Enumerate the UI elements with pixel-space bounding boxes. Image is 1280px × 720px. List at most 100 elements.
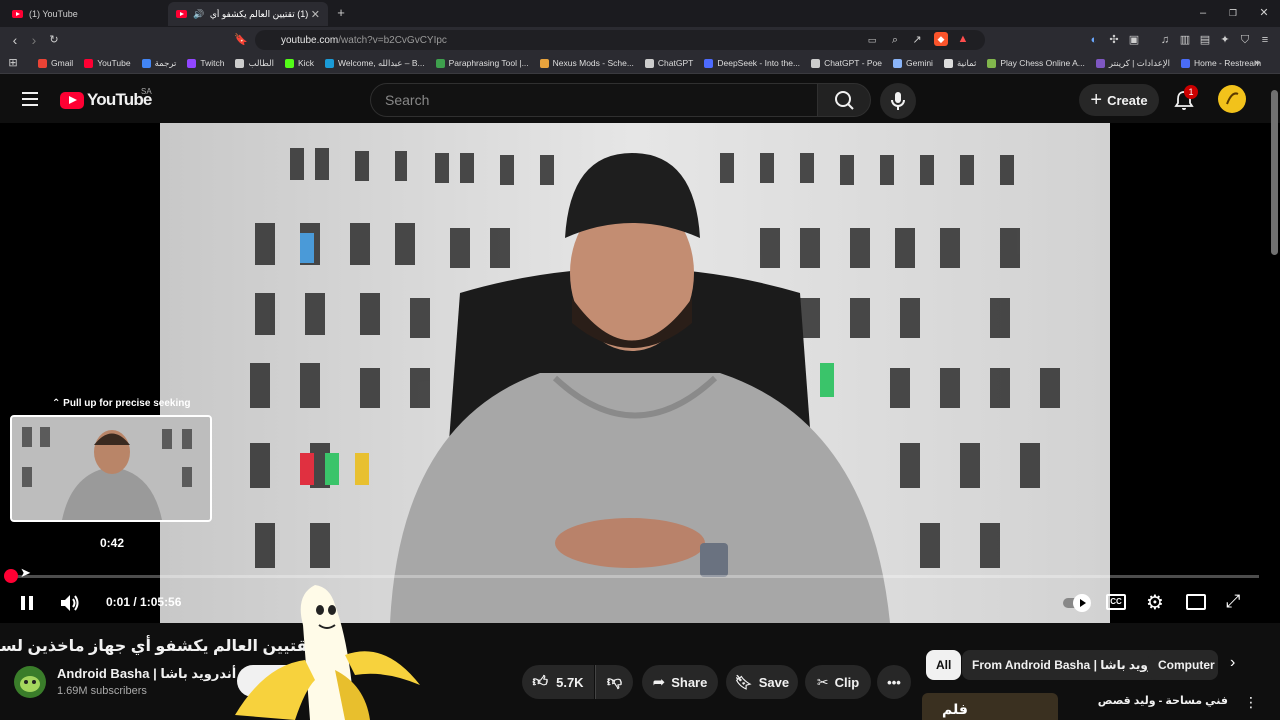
hamburger-menu-icon[interactable] bbox=[22, 92, 38, 106]
duration: 1:05:56 bbox=[140, 595, 182, 609]
brave-shield-icon[interactable]: ◆ bbox=[934, 32, 948, 46]
watch-metadata: تقتيين العالم يكشفو أي جهاز ماخذين لسنة … bbox=[0, 585, 1280, 720]
cast-icon[interactable]: ▭ bbox=[865, 33, 879, 47]
channel-name[interactable]: Android Basha | أندرويد باشا ✔ bbox=[57, 666, 252, 682]
page-scrollbar[interactable] bbox=[1271, 90, 1278, 255]
vpn-icon[interactable]: ⛉ bbox=[1238, 33, 1252, 47]
bookmarks-bar: ⊞ Gmail YouTube ترجمة Twitch الطالب Kick… bbox=[0, 53, 1280, 74]
browser-tab-bar: (1) YouTube 🔊 (1) تقتيين العالم يكشفو أي… bbox=[0, 0, 1280, 27]
back-icon[interactable]: ‹ bbox=[8, 33, 22, 47]
settings-gear-icon[interactable]: ⚙ bbox=[1146, 590, 1164, 615]
sidebar-icon[interactable]: ▥ bbox=[1178, 33, 1192, 47]
bookmark-favicon-icon bbox=[141, 58, 151, 68]
bookmark-item[interactable]: الطالب bbox=[235, 58, 274, 69]
bookmark-favicon-icon bbox=[539, 58, 549, 68]
youtube-logo[interactable]: YouTube bbox=[60, 90, 152, 110]
more-actions-button[interactable]: ••• bbox=[877, 665, 911, 699]
thumbs-up-icon: 👍︎ bbox=[532, 673, 549, 690]
rewards-icon[interactable]: ▲ bbox=[956, 32, 970, 46]
bookmark-item[interactable]: ChatGPT bbox=[644, 58, 693, 68]
theater-mode-icon[interactable] bbox=[1186, 594, 1206, 610]
forward-icon[interactable]: › bbox=[27, 33, 41, 47]
progress-bar[interactable] bbox=[11, 575, 1259, 578]
pause-icon bbox=[21, 596, 33, 610]
create-button[interactable]: + Create bbox=[1079, 84, 1159, 116]
bookmark-item[interactable]: Nexus Mods - Sche... bbox=[539, 58, 634, 68]
bookmark-favicon-icon bbox=[1095, 58, 1105, 68]
captions-icon[interactable]: CC bbox=[1106, 594, 1126, 610]
apps-grid-icon[interactable]: ⊞ bbox=[6, 56, 20, 70]
bookmark-item[interactable]: ثمانية bbox=[943, 58, 976, 69]
notification-badge: 1 bbox=[1184, 85, 1198, 99]
like-button[interactable]: 👍︎ 5.7K bbox=[522, 665, 594, 699]
maximize-icon[interactable]: ❐ bbox=[1226, 6, 1240, 20]
speaker-icon: 🔊 bbox=[193, 8, 205, 19]
bookmark-favicon-icon bbox=[235, 58, 245, 68]
browser-tab[interactable]: (1) YouTube bbox=[4, 2, 164, 26]
channel-avatar[interactable] bbox=[14, 666, 46, 698]
close-window-icon[interactable]: ✕ bbox=[1257, 6, 1271, 20]
scrubber-handle[interactable] bbox=[4, 569, 18, 583]
translate-icon[interactable]: ◐ bbox=[1087, 33, 1101, 47]
search-button[interactable] bbox=[817, 83, 871, 117]
android-logo-icon bbox=[20, 676, 40, 692]
bookmark-item[interactable]: Welcome, عبدالله – B... bbox=[325, 58, 425, 69]
screenshot-icon[interactable]: ▣ bbox=[1127, 33, 1141, 47]
bookmark-item[interactable]: Twitch bbox=[187, 58, 224, 68]
video-scene bbox=[160, 123, 1110, 623]
next-video-thumbnail[interactable]: فلم bbox=[922, 693, 1058, 720]
more-vertical-icon[interactable]: ⋮ bbox=[1244, 694, 1258, 711]
leo-ai-icon[interactable]: ✦ bbox=[1218, 33, 1232, 47]
save-button[interactable]: 🔖︎ Save bbox=[726, 665, 798, 699]
chevron-right-icon[interactable]: › bbox=[1230, 654, 1235, 672]
share-page-icon[interactable]: ↗ bbox=[910, 33, 924, 47]
zoom-icon[interactable]: ⌕ bbox=[888, 33, 902, 47]
chip-all[interactable]: All bbox=[926, 650, 962, 680]
media-icon[interactable]: ♫ bbox=[1158, 33, 1172, 47]
next-video-title[interactable]: فني مساحة - وليد قصص bbox=[1068, 694, 1228, 707]
extensions-icon[interactable]: ✣ bbox=[1107, 33, 1121, 47]
clip-button[interactable]: ✂ Clip bbox=[805, 665, 871, 699]
bookmark-item[interactable]: ترجمة bbox=[141, 58, 176, 69]
video-player[interactable]: ⌃ Pull up for precise seeking 0:42 ➤ 0:0… bbox=[0, 123, 1280, 623]
bookmark-item[interactable]: Paraphrasing Tool |... bbox=[435, 58, 529, 68]
bookmark-item[interactable]: Kick bbox=[284, 58, 314, 68]
close-tab-icon[interactable]: ✕ bbox=[311, 8, 320, 21]
bookmark-favicon-icon bbox=[704, 58, 714, 68]
bookmark-item[interactable]: Play Chess Online A... bbox=[987, 58, 1085, 68]
chip-computer[interactable]: Computer bbox=[1148, 650, 1218, 680]
more-bookmarks-icon[interactable]: » bbox=[1250, 56, 1264, 70]
volume-button[interactable] bbox=[59, 593, 81, 613]
search-input[interactable]: Search bbox=[370, 83, 818, 117]
new-tab-icon[interactable]: + bbox=[334, 6, 348, 20]
bookmark-icon[interactable]: 🔖 bbox=[234, 33, 248, 47]
voice-search-button[interactable] bbox=[880, 83, 916, 119]
avatar[interactable] bbox=[1218, 85, 1246, 113]
bookmark-item[interactable]: Gmail bbox=[38, 58, 73, 68]
reload-icon[interactable]: ↻ bbox=[47, 33, 61, 47]
bookmark-item[interactable]: YouTube bbox=[84, 58, 131, 68]
pause-button[interactable] bbox=[19, 595, 35, 611]
tab-title: (1) YouTube bbox=[29, 9, 78, 19]
browser-toolbar: ‹ › ↻ 🔖 youtube.com/watch?v=b2CvGvCYIpc … bbox=[0, 27, 1280, 67]
share-button[interactable]: ➦ Share bbox=[642, 665, 718, 699]
bookmark-item[interactable]: الإعدادات | كرينتر bbox=[1095, 58, 1170, 69]
seek-preview-thumbnail bbox=[10, 415, 212, 522]
wallet-icon[interactable]: ▤ bbox=[1198, 33, 1212, 47]
browser-tab-active[interactable]: 🔊 (1) تقتيين العالم يكشفو أي جهاز ✕ bbox=[168, 2, 328, 26]
dislike-button[interactable]: 👎︎ bbox=[595, 665, 633, 699]
bookmark-favicon-icon bbox=[284, 58, 294, 68]
bookmark-favicon-icon bbox=[811, 58, 821, 68]
notifications-button[interactable]: 1 bbox=[1173, 85, 1198, 111]
menu-icon[interactable]: ≡ bbox=[1258, 33, 1272, 47]
url-domain: youtube.com bbox=[281, 34, 339, 46]
bookmark-item[interactable]: Gemini bbox=[893, 58, 933, 68]
minimize-icon[interactable]: – bbox=[1196, 6, 1210, 20]
youtube-favicon-icon bbox=[12, 10, 23, 18]
bookmark-favicon-icon bbox=[187, 58, 197, 68]
fullscreen-icon[interactable]: ⤢ bbox=[1226, 591, 1240, 612]
bookmark-item[interactable]: DeepSeek - Into the... bbox=[704, 58, 800, 68]
bookmark-item[interactable]: ChatGPT - Poe bbox=[811, 58, 882, 68]
video-frame[interactable] bbox=[160, 123, 1110, 623]
autoplay-toggle[interactable] bbox=[1063, 594, 1091, 612]
